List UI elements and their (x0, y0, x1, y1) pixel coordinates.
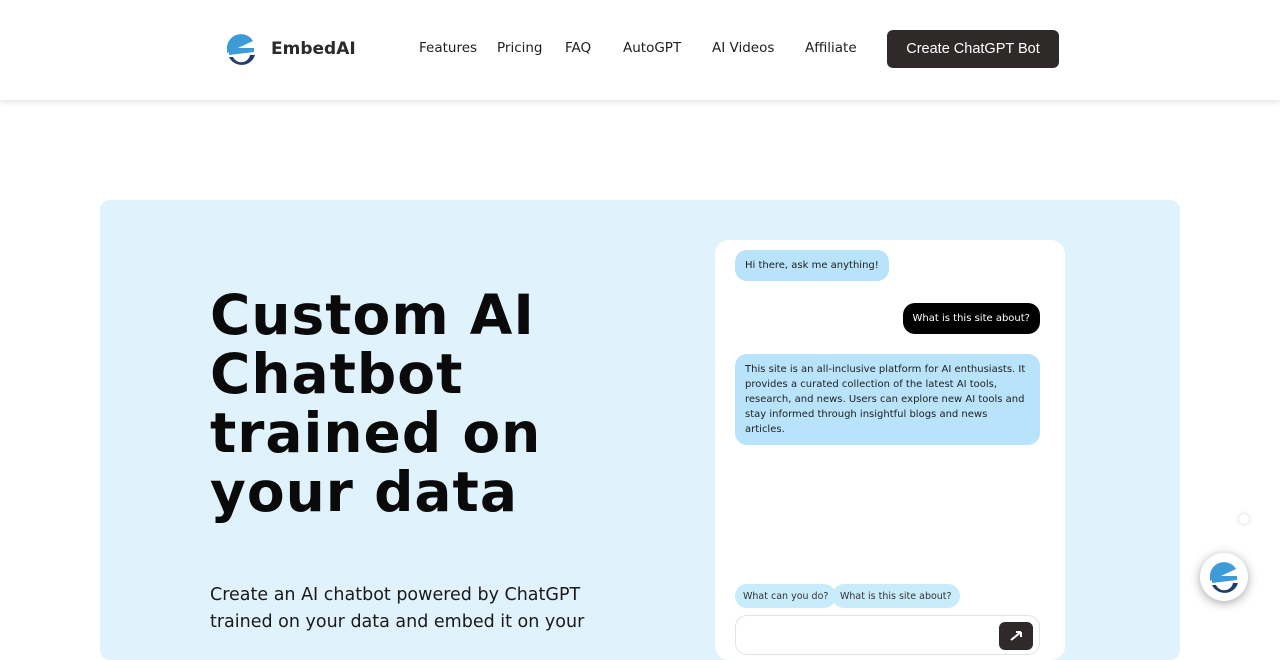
logo[interactable]: EmbedAI (223, 31, 356, 67)
nav-autogpt[interactable]: AutoGPT (623, 40, 681, 56)
hero-subtitle: Create an AI chatbot powered by ChatGPT … (210, 585, 585, 632)
suggestion-chip[interactable]: What can you do? (735, 584, 837, 608)
brand-name: EmbedAI (271, 39, 356, 59)
site-header: EmbedAI Features Pricing FAQ AutoGPT AI … (0, 0, 1280, 100)
chat-demo-window: Hi there, ask me anything! What is this … (715, 240, 1065, 660)
hero-section: Custom AI Chatbot trained on your data C… (100, 200, 1180, 660)
nav-features[interactable]: Features (419, 40, 477, 56)
send-icon (1010, 631, 1022, 641)
suggestion-chip[interactable]: What is this site about? (832, 584, 960, 608)
nav-faq[interactable]: FAQ (565, 40, 591, 56)
chat-message-input[interactable] (735, 615, 1040, 655)
chat-message-user: What is this site about? (902, 303, 1040, 334)
chat-widget-button[interactable] (1200, 553, 1248, 601)
chat-message-bot: This site is an all-inclusive platform f… (735, 354, 1040, 445)
send-button[interactable] (999, 622, 1033, 650)
chat-message-bot: Hi there, ask me anything! (735, 250, 889, 281)
nav-pricing[interactable]: Pricing (497, 40, 543, 56)
nav-affiliate[interactable]: Affiliate (805, 40, 857, 56)
chat-widget-icon (1210, 562, 1238, 593)
create-chatgpt-bot-button[interactable]: Create ChatGPT Bot (887, 30, 1059, 68)
embedai-logo-icon (224, 32, 258, 66)
notification-dot (1239, 514, 1249, 524)
nav-ai-videos[interactable]: AI Videos (712, 40, 774, 56)
hero-title: Custom AI Chatbot trained on your data (210, 283, 542, 524)
